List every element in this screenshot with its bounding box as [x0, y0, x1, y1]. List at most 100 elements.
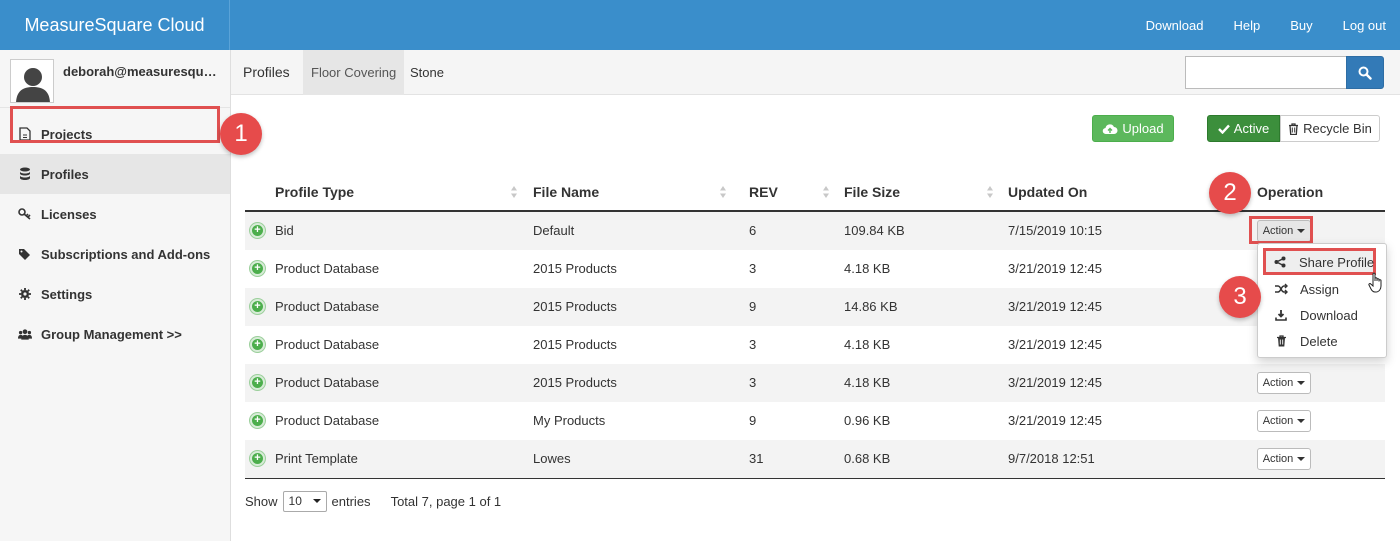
active-button[interactable]: Active — [1207, 115, 1280, 142]
tags-icon — [18, 247, 32, 261]
cell-rev: 9 — [749, 299, 757, 314]
cell-rev: 9 — [749, 413, 757, 428]
table-row: + Print Template Lowes 31 0.68 KB 9/7/20… — [245, 440, 1385, 478]
sidebar-item-label: Settings — [41, 286, 93, 302]
column-header-profile-type[interactable]: Profile Type — [275, 184, 354, 200]
menu-item-label: Share Profile — [1299, 255, 1375, 270]
callout-badge-3: 3 — [1219, 276, 1261, 318]
search-input[interactable] — [1185, 56, 1347, 89]
column-header-file-size[interactable]: File Size — [844, 184, 900, 200]
cell-profile-type: Product Database — [275, 375, 380, 390]
cell-profile-type: Print Template — [275, 451, 358, 466]
action-button[interactable]: Action — [1257, 448, 1311, 470]
menu-item-download[interactable]: Download — [1258, 302, 1388, 328]
chevron-down-icon — [312, 499, 321, 503]
callout-badge-1: 1 — [220, 113, 262, 155]
menu-item-label: Assign — [1300, 281, 1340, 297]
action-button[interactable]: Action — [1257, 410, 1311, 432]
cell-file-size: 0.68 KB — [844, 451, 891, 466]
action-label: Action — [1262, 453, 1294, 465]
search-button[interactable] — [1346, 56, 1384, 89]
table-footer: Show 10 entries Total 7, page 1 of 1 — [245, 490, 501, 512]
sidebar-item-subscriptions[interactable]: Subscriptions and Add-ons — [0, 234, 230, 274]
sort-icon[interactable] — [822, 185, 830, 199]
column-header-updated-on[interactable]: Updated On — [1008, 184, 1087, 200]
cell-updated-on: 3/21/2019 12:45 — [1008, 261, 1102, 276]
action-label: Action — [1262, 415, 1294, 427]
sidebar-item-group-management[interactable]: Group Management >> — [0, 314, 230, 354]
sidebar-item-label: Subscriptions and Add-ons — [41, 246, 211, 262]
sidebar-item-label: Group Management >> — [41, 326, 182, 342]
pagination-info: Total 7, page 1 of 1 — [390, 493, 502, 509]
cell-rev: 31 — [749, 451, 764, 466]
table-row: + Product Database 2015 Products 3 4.18 … — [245, 250, 1385, 288]
tab-profiles[interactable]: Profiles — [235, 50, 298, 95]
caret-down-icon — [1297, 381, 1306, 385]
sort-icon[interactable] — [986, 185, 994, 199]
expand-row-icon[interactable]: + — [250, 413, 265, 428]
cell-profile-type: Product Database — [275, 337, 380, 352]
expand-row-icon[interactable]: + — [250, 375, 265, 390]
buy-link[interactable]: Buy — [1290, 18, 1312, 33]
group-icon — [18, 327, 32, 341]
tab-floor-covering[interactable]: Floor Covering — [303, 50, 405, 95]
menu-item-delete[interactable]: Delete — [1258, 328, 1388, 354]
upload-button[interactable]: Upload — [1092, 115, 1174, 142]
logout-link[interactable]: Log out — [1343, 18, 1386, 33]
hand-cursor-icon — [1368, 272, 1382, 293]
cell-file-name: Lowes — [533, 451, 571, 466]
menu-item-label: Download — [1300, 307, 1358, 323]
sidebar-item-licenses[interactable]: Licenses — [0, 194, 230, 234]
recycle-bin-button[interactable]: Recycle Bin — [1280, 115, 1380, 142]
profile-tabs: Profiles Floor Covering Stone — [231, 50, 1400, 95]
cell-file-size: 4.18 KB — [844, 261, 891, 276]
cell-file-size: 14.86 KB — [844, 299, 898, 314]
user-email: deborah@measuresquar... — [63, 64, 223, 79]
sort-icon[interactable] — [719, 185, 727, 199]
share-icon — [1274, 256, 1286, 268]
sidebar-menu: Projects Profiles Licenses Subscriptions… — [0, 114, 230, 354]
cell-file-size: 4.18 KB — [844, 375, 891, 390]
column-header-file-name[interactable]: File Name — [533, 184, 599, 200]
sidebar-item-settings[interactable]: Settings — [0, 274, 230, 314]
cell-rev: 3 — [749, 261, 757, 276]
cell-profile-type: Product Database — [275, 299, 380, 314]
help-link[interactable]: Help — [1233, 18, 1260, 33]
download-link[interactable]: Download — [1146, 18, 1204, 33]
cell-file-size: 4.18 KB — [844, 337, 891, 352]
cell-updated-on: 3/21/2019 12:45 — [1008, 413, 1102, 428]
database-icon — [18, 167, 32, 181]
column-header-rev[interactable]: REV — [749, 184, 778, 200]
cell-profile-type: Bid — [275, 223, 294, 238]
highlight-box-action — [1249, 216, 1313, 244]
upload-label: Upload — [1122, 121, 1164, 136]
active-label: Active — [1233, 121, 1270, 136]
table-bottom-border — [245, 478, 1385, 479]
trash-icon — [1289, 122, 1299, 135]
page-length-value: 10 — [288, 494, 302, 508]
cell-file-name: 2015 Products — [533, 337, 617, 352]
sidebar-item-profiles[interactable]: Profiles — [0, 154, 230, 194]
highlight-box-share-profile[interactable]: Share Profile — [1263, 248, 1376, 275]
expand-row-icon[interactable]: + — [250, 299, 265, 314]
sort-icon[interactable] — [510, 185, 518, 199]
cell-rev: 3 — [749, 375, 757, 390]
cloud-upload-icon — [1103, 123, 1118, 134]
cell-file-size: 0.96 KB — [844, 413, 891, 428]
table-row: + Product Database 2015 Products 3 4.18 … — [245, 364, 1385, 402]
cell-updated-on: 7/15/2019 10:15 — [1008, 223, 1102, 238]
expand-row-icon[interactable]: + — [250, 451, 265, 466]
show-label: Show — [245, 493, 278, 509]
action-button[interactable]: Action — [1257, 372, 1311, 394]
page-length-select[interactable]: 10 — [282, 490, 327, 512]
table-row: + Product Database 2015 Products 3 4.18 … — [245, 326, 1385, 364]
menu-item-label: Delete — [1300, 333, 1338, 349]
expand-row-icon[interactable]: + — [250, 337, 265, 352]
avatar[interactable] — [10, 59, 54, 103]
expand-row-icon[interactable]: + — [250, 261, 265, 276]
tab-stone[interactable]: Stone — [402, 50, 452, 95]
cell-file-name: 2015 Products — [533, 299, 617, 314]
highlight-box-profiles — [10, 106, 220, 143]
app-title[interactable]: MeasureSquare Cloud — [0, 0, 230, 50]
expand-row-icon[interactable]: + — [250, 223, 265, 238]
